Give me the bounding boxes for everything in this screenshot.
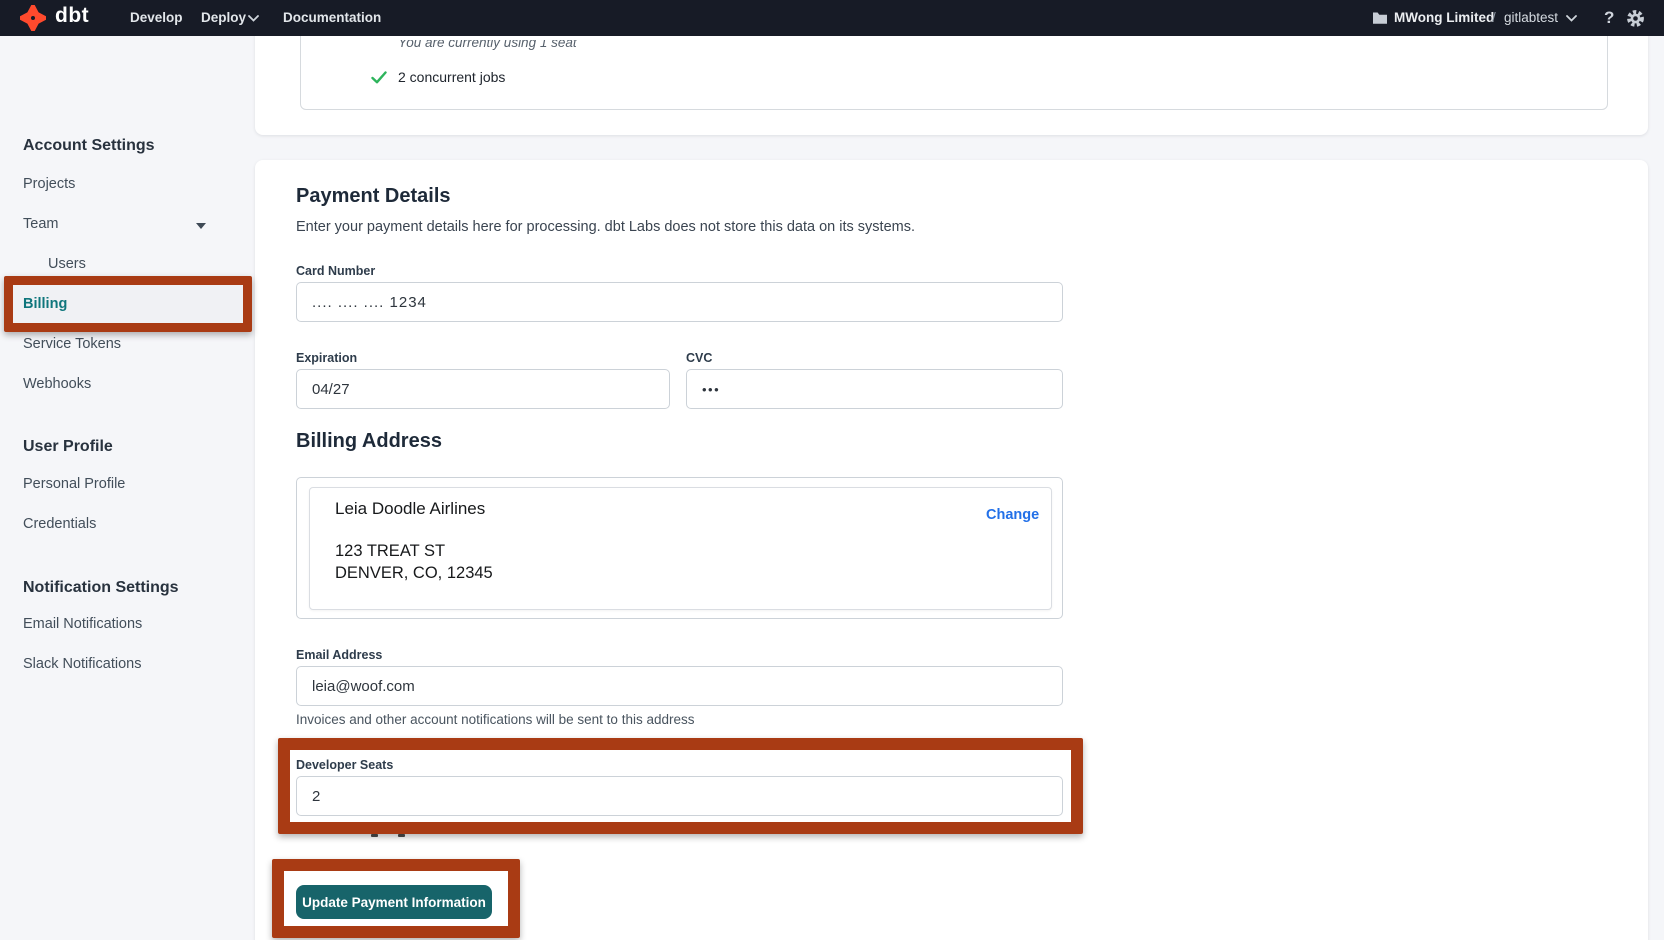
card-number-label: Card Number [296,264,375,278]
nav-account-org[interactable]: MWong Limited [1394,10,1494,25]
billing-address-line1: 123 TREAT ST [335,542,445,561]
top-nav: dbt Develop Deploy Documentation MWong L… [0,0,1664,36]
email-address-label: Email Address [296,648,382,662]
nav-account-project[interactable]: gitlabtest [1504,10,1558,25]
deploy-chevron-down-icon[interactable] [248,15,259,22]
obscured-text-fragment [371,834,378,837]
settings-sidebar: Account Settings Projects Team Users Bil… [0,36,255,940]
cvc-label: CVC [686,351,712,365]
update-payment-button[interactable]: Update Payment Information [296,885,492,919]
obscured-text-fragment [398,834,405,837]
sidebar-item-users[interactable]: Users [48,256,86,272]
sidebar-item-projects[interactable]: Projects [23,176,75,192]
billing-address-name: Leia Doodle Airlines [335,499,485,519]
sidebar-item-billing[interactable]: Billing [13,285,243,323]
annotation-box-update-button: Update Payment Information [272,859,520,938]
annotation-box-billing: Billing [4,276,252,332]
sidebar-heading-notification-settings: Notification Settings [23,579,179,597]
sidebar-item-billing-label: Billing [23,296,67,312]
plan-feature-concurrent-jobs: 2 concurrent jobs [398,69,505,85]
sidebar-item-service-tokens[interactable]: Service Tokens [23,336,121,352]
expiration-label: Expiration [296,351,357,365]
nav-org-project-separator: / [1492,10,1496,25]
developer-seats-input[interactable] [296,776,1063,816]
folder-icon [1372,11,1388,25]
dbt-logo-icon[interactable] [20,5,46,31]
plan-usage-note-clipped: You are currently using 1 seat [398,40,798,53]
sidebar-item-webhooks[interactable]: Webhooks [23,376,91,392]
sidebar-heading-account-settings: Account Settings [23,137,155,155]
email-address-input[interactable] [296,666,1063,706]
change-address-link[interactable]: Change [986,507,1039,523]
dbt-logo-text[interactable]: dbt [55,4,89,28]
cvc-input[interactable] [686,369,1063,409]
billing-address-title: Billing Address [296,430,442,453]
billing-address-box: Leia Doodle Airlines Change 123 TREAT ST… [296,477,1063,619]
check-icon [371,71,387,84]
nav-item-deploy[interactable]: Deploy [201,10,246,25]
card-number-input[interactable] [296,282,1063,322]
billing-address-inner-panel: Leia Doodle Airlines Change 123 TREAT ST… [309,487,1052,610]
sidebar-item-team[interactable]: Team [23,216,58,232]
project-chevron-down-icon[interactable] [1566,15,1577,22]
payment-details-description: Enter your payment details here for proc… [296,219,915,235]
sidebar-heading-user-profile: User Profile [23,438,113,456]
expiration-input[interactable] [296,369,670,409]
email-helper-text: Invoices and other account notifications… [296,712,694,727]
team-caret-down-icon[interactable] [196,223,206,229]
nav-item-develop[interactable]: Develop [130,10,183,25]
annotation-box-developer-seats: Developer Seats [278,738,1083,834]
developer-seats-label: Developer Seats [296,758,393,772]
billing-address-line2: DENVER, CO, 12345 [335,564,493,583]
sidebar-item-slack-notifications[interactable]: Slack Notifications [23,656,141,672]
sidebar-item-personal-profile[interactable]: Personal Profile [23,476,125,492]
help-icon[interactable]: ? [1604,8,1614,28]
sidebar-item-email-notifications[interactable]: Email Notifications [23,616,142,632]
sidebar-item-credentials[interactable]: Credentials [23,516,96,532]
gear-icon[interactable] [1626,9,1645,28]
nav-item-documentation[interactable]: Documentation [283,10,381,25]
payment-details-title: Payment Details [296,185,451,208]
